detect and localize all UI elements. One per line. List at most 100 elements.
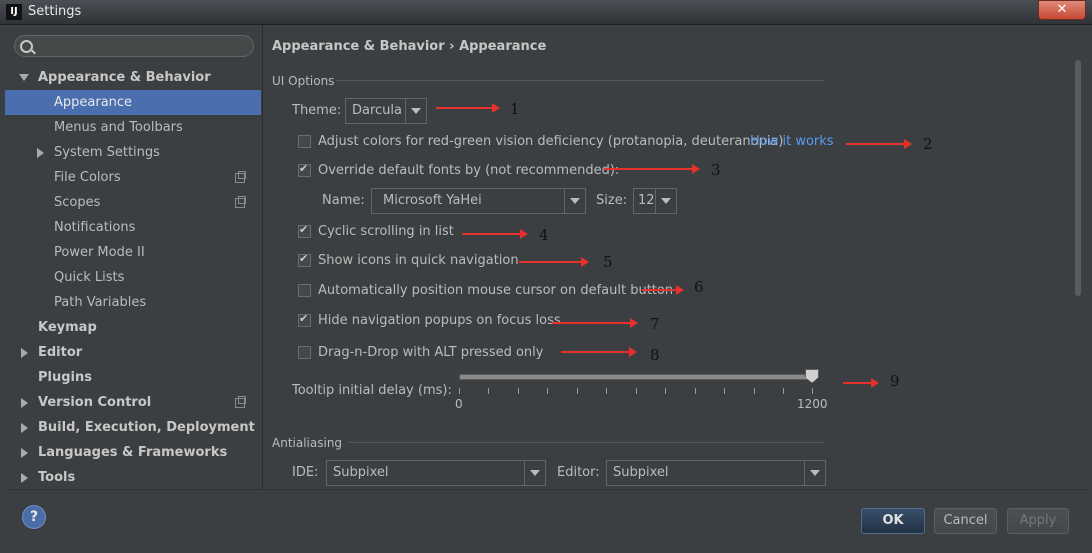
font-size-value: 12 bbox=[638, 193, 655, 208]
section-divider bbox=[348, 442, 824, 443]
sidebar-item-label: Languages & Frameworks bbox=[38, 445, 228, 460]
sidebar-item-label: Keymap bbox=[38, 320, 97, 335]
how-it-works-link[interactable]: How it works bbox=[750, 134, 834, 149]
ok-button[interactable]: OK bbox=[861, 508, 925, 534]
section-divider bbox=[336, 80, 824, 81]
sidebar-item-file-colors[interactable]: File Colors bbox=[5, 165, 261, 190]
drag-n-drop-checkbox[interactable] bbox=[298, 346, 311, 359]
sidebar-item-label: Version Control bbox=[38, 395, 152, 410]
sidebar-item-path-variables[interactable]: Path Variables bbox=[5, 290, 261, 315]
breadcrumb-parent: Appearance & Behavior bbox=[272, 39, 445, 54]
annotation-number: 9 bbox=[890, 372, 900, 390]
adjust-colors-checkbox[interactable] bbox=[298, 135, 311, 148]
project-level-icon bbox=[235, 396, 246, 408]
annotation-arrow bbox=[561, 347, 637, 357]
sidebar-item-build-execution[interactable]: Build, Execution, Deployment bbox=[5, 415, 261, 440]
annotation-number: 2 bbox=[923, 135, 933, 153]
slider-max-label: 1200 bbox=[797, 397, 828, 411]
sidebar-item-label: Build, Execution, Deployment bbox=[38, 420, 255, 435]
sidebar-item-label: Notifications bbox=[54, 220, 136, 235]
annotation-arrow bbox=[519, 257, 589, 267]
chevron-right-icon[interactable] bbox=[21, 448, 28, 458]
slider-tick bbox=[695, 388, 696, 394]
tooltip-delay-slider[interactable] bbox=[459, 374, 815, 380]
override-fonts-label: Override default fonts by (not recommend… bbox=[318, 163, 620, 178]
sidebar-item-label: Path Variables bbox=[54, 295, 147, 310]
adjust-colors-label: Adjust colors for red-green vision defic… bbox=[318, 134, 784, 149]
chevron-right-icon[interactable] bbox=[21, 423, 28, 433]
sidebar-item-scopes[interactable]: Scopes bbox=[5, 190, 261, 215]
sidebar-item-label: Appearance & Behavior bbox=[38, 70, 211, 85]
sidebar-item-editor[interactable]: Editor bbox=[5, 340, 261, 365]
breadcrumb: Appearance & Behavior › Appearance bbox=[272, 39, 546, 54]
slider-tick bbox=[665, 388, 666, 394]
ide-aa-value: Subpixel bbox=[333, 465, 389, 480]
slider-thumb[interactable] bbox=[805, 369, 819, 383]
slider-tick bbox=[488, 388, 489, 394]
footer-divider bbox=[5, 489, 1087, 490]
help-button[interactable]: ? bbox=[22, 505, 46, 529]
chevron-down-icon[interactable] bbox=[19, 74, 29, 81]
cyclic-scrolling-checkbox[interactable] bbox=[298, 223, 311, 238]
search-icon bbox=[20, 40, 33, 53]
apply-button[interactable]: Apply bbox=[1007, 508, 1069, 534]
window-title: Settings bbox=[28, 4, 82, 19]
sidebar-item-tools[interactable]: Tools bbox=[5, 465, 261, 490]
cancel-button[interactable]: Cancel bbox=[934, 508, 997, 534]
chevron-down-icon[interactable] bbox=[804, 461, 825, 485]
sidebar-item-keymap[interactable]: Keymap bbox=[5, 315, 261, 340]
sidebar-item-quick-lists[interactable]: Quick Lists bbox=[5, 265, 261, 290]
breadcrumb-separator: › bbox=[449, 39, 455, 54]
sidebar-item-version-control[interactable]: Version Control bbox=[5, 390, 261, 415]
override-fonts-checkbox[interactable] bbox=[298, 162, 311, 177]
show-icons-label: Show icons in quick navigation bbox=[318, 253, 519, 268]
slider-tick bbox=[547, 388, 548, 394]
theme-label: Theme: bbox=[292, 103, 342, 118]
slider-tick bbox=[606, 388, 607, 394]
chevron-right-icon[interactable] bbox=[21, 473, 28, 483]
annotation-arrow bbox=[642, 285, 684, 295]
close-window-button[interactable]: ✕ bbox=[1038, 0, 1086, 20]
chevron-right-icon[interactable] bbox=[37, 148, 44, 158]
slider-tick bbox=[754, 388, 755, 394]
theme-select[interactable]: Darcula bbox=[345, 98, 427, 124]
sidebar-item-appearance[interactable]: Appearance bbox=[5, 90, 261, 115]
chevron-right-icon[interactable] bbox=[21, 398, 28, 408]
font-size-select[interactable]: 12 bbox=[633, 188, 677, 214]
annotation-arrow bbox=[843, 378, 879, 388]
chevron-right-icon[interactable] bbox=[21, 348, 28, 358]
font-size-label: Size: bbox=[596, 193, 628, 208]
ide-aa-label: IDE: bbox=[292, 465, 319, 480]
sidebar-item-appearance-behavior[interactable]: Appearance & Behavior bbox=[5, 65, 261, 90]
ide-aa-select[interactable]: Subpixel bbox=[326, 460, 546, 486]
chevron-down-icon[interactable] bbox=[564, 189, 585, 213]
hide-popups-label: Hide navigation popups on focus loss bbox=[318, 313, 561, 328]
sidebar-item-notifications[interactable]: Notifications bbox=[5, 215, 261, 240]
sidebar-item-power-mode[interactable]: Power Mode II bbox=[5, 240, 261, 265]
chevron-down-icon[interactable] bbox=[524, 461, 545, 485]
annotation-number: 5 bbox=[603, 253, 613, 271]
auto-position-checkbox[interactable] bbox=[298, 284, 311, 297]
slider-tick bbox=[577, 388, 578, 394]
sidebar-item-label: Menus and Toolbars bbox=[54, 120, 183, 135]
sidebar-item-label: Quick Lists bbox=[54, 270, 125, 285]
sidebar-item-menus-toolbars[interactable]: Menus and Toolbars bbox=[5, 115, 261, 140]
editor-aa-select[interactable]: Subpixel bbox=[606, 460, 826, 486]
sidebar-item-label: System Settings bbox=[54, 145, 160, 160]
font-name-select[interactable]: Microsoft YaHei bbox=[371, 188, 586, 214]
slider-tick bbox=[783, 388, 784, 394]
sidebar-item-label: Appearance bbox=[54, 95, 133, 110]
search-input[interactable] bbox=[14, 35, 254, 57]
slider-min-label: 0 bbox=[455, 397, 463, 411]
sidebar-item-system-settings[interactable]: System Settings bbox=[5, 140, 261, 165]
chevron-down-icon[interactable] bbox=[655, 189, 676, 213]
sidebar-item-languages[interactable]: Languages & Frameworks bbox=[5, 440, 261, 465]
sidebar-item-label: Scopes bbox=[54, 195, 101, 210]
pane-divider[interactable] bbox=[262, 25, 263, 489]
show-icons-checkbox[interactable] bbox=[298, 252, 311, 267]
chevron-down-icon[interactable] bbox=[405, 99, 426, 123]
hide-popups-checkbox[interactable] bbox=[298, 312, 311, 327]
window-titlebar[interactable] bbox=[0, 0, 1092, 25]
sidebar-item-plugins[interactable]: Plugins bbox=[5, 365, 261, 390]
content-scrollbar[interactable] bbox=[1075, 60, 1081, 296]
